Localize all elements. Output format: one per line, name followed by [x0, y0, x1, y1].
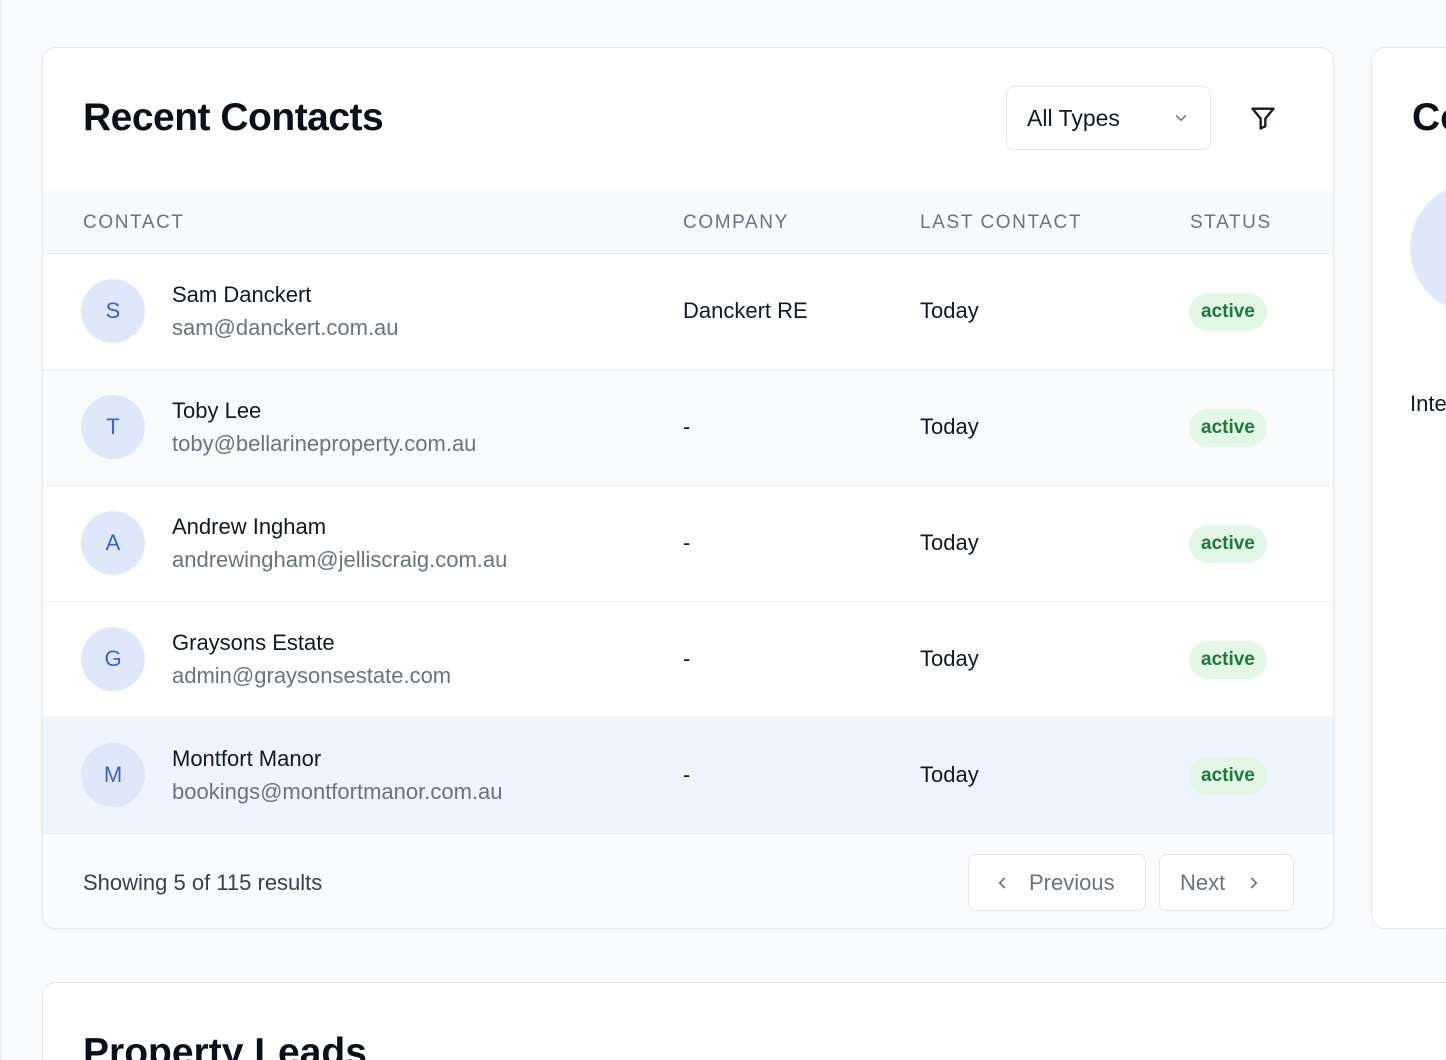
- chevron-left-icon: [998, 877, 1006, 888]
- filter-icon: [1251, 107, 1275, 130]
- column-header-last-contact: LAST CONTACT: [920, 212, 1083, 233]
- pagination-footer: Showing 5 of 115 results Previous Next: [43, 833, 1333, 928]
- contact-last-contact: Today: [920, 530, 979, 555]
- contact-name: Toby Lee: [172, 398, 262, 423]
- results-count: Showing 5 of 115 results: [83, 870, 323, 895]
- previous-button[interactable]: Previous: [968, 854, 1146, 911]
- table-row[interactable]: T Toby Lee toby@bellarineproperty.com.au…: [43, 369, 1333, 485]
- table-row[interactable]: A Andrew Ingham andrewingham@jelliscraig…: [43, 485, 1333, 601]
- contact-name: Sam Danckert: [172, 282, 312, 307]
- contact-company: Danckert RE: [683, 298, 808, 323]
- contact-company: -: [683, 762, 691, 787]
- next-button[interactable]: Next: [1159, 854, 1294, 911]
- column-header-status: STATUS: [1190, 212, 1272, 233]
- side-card-label: Inte: [1410, 391, 1446, 416]
- contact-company: -: [683, 530, 691, 555]
- contact-last-contact: Today: [920, 298, 979, 323]
- table-row[interactable]: S Sam Danckert sam@danckert.com.au Danck…: [43, 253, 1333, 369]
- contact-company: -: [683, 414, 691, 439]
- contact-email: sam@danckert.com.au: [172, 315, 399, 340]
- contact-name: Andrew Ingham: [172, 514, 327, 539]
- status-badge: active: [1189, 757, 1267, 795]
- recent-contacts-card: Recent Contacts All Types CONTACT COMPAN…: [42, 47, 1334, 929]
- next-label: Next: [1180, 869, 1226, 895]
- avatar: M: [81, 743, 145, 807]
- filter-button[interactable]: [1243, 98, 1283, 138]
- page: Recent Contacts All Types CONTACT COMPAN…: [0, 0, 1446, 1060]
- column-header-contact: CONTACT: [83, 212, 185, 233]
- card-title: Recent Contacts: [83, 96, 384, 139]
- previous-label: Previous: [1029, 869, 1115, 895]
- contact-company: -: [683, 646, 691, 671]
- contact-name: Montfort Manor: [172, 746, 322, 771]
- column-header-company: COMPANY: [683, 212, 789, 233]
- contact-email: andrewingham@jelliscraig.com.au: [172, 547, 508, 572]
- contact-email: admin@graysonsestate.com: [172, 663, 452, 688]
- avatar: G: [81, 627, 145, 691]
- side-card: Co Inte: [1371, 47, 1446, 929]
- table-row[interactable]: G Graysons Estate admin@graysonsestate.c…: [43, 601, 1333, 717]
- type-filter-select[interactable]: All Types: [1006, 86, 1211, 150]
- contact-last-contact: Today: [920, 414, 979, 439]
- table-header: CONTACT COMPANY LAST CONTACT STATUS: [43, 190, 1333, 253]
- table-row[interactable]: M Montfort Manor bookings@montfortmanor.…: [43, 717, 1333, 833]
- contact-email: toby@bellarineproperty.com.au: [172, 431, 477, 456]
- status-badge: active: [1189, 409, 1267, 447]
- contact-last-contact: Today: [920, 646, 979, 671]
- chevron-down-icon: [1175, 115, 1187, 121]
- avatar: S: [81, 279, 145, 343]
- contact-email: bookings@montfortmanor.com.au: [172, 779, 503, 804]
- chevron-right-icon: [1251, 877, 1258, 888]
- type-filter-value: All Types: [1027, 104, 1120, 131]
- status-badge: active: [1189, 525, 1267, 563]
- avatar: A: [81, 511, 145, 575]
- contact-name: Graysons Estate: [172, 630, 335, 655]
- side-card-chart-circle: [1410, 183, 1446, 313]
- contact-last-contact: Today: [920, 762, 979, 787]
- status-badge: active: [1189, 293, 1267, 331]
- side-card-title: Co: [1412, 96, 1446, 139]
- property-leads-title: Property Leads: [83, 1031, 367, 1060]
- card-header: Recent Contacts All Types: [43, 48, 1333, 190]
- avatar: T: [81, 395, 145, 459]
- property-leads-card: Property Leads: [42, 982, 1446, 1060]
- status-badge: active: [1189, 641, 1267, 679]
